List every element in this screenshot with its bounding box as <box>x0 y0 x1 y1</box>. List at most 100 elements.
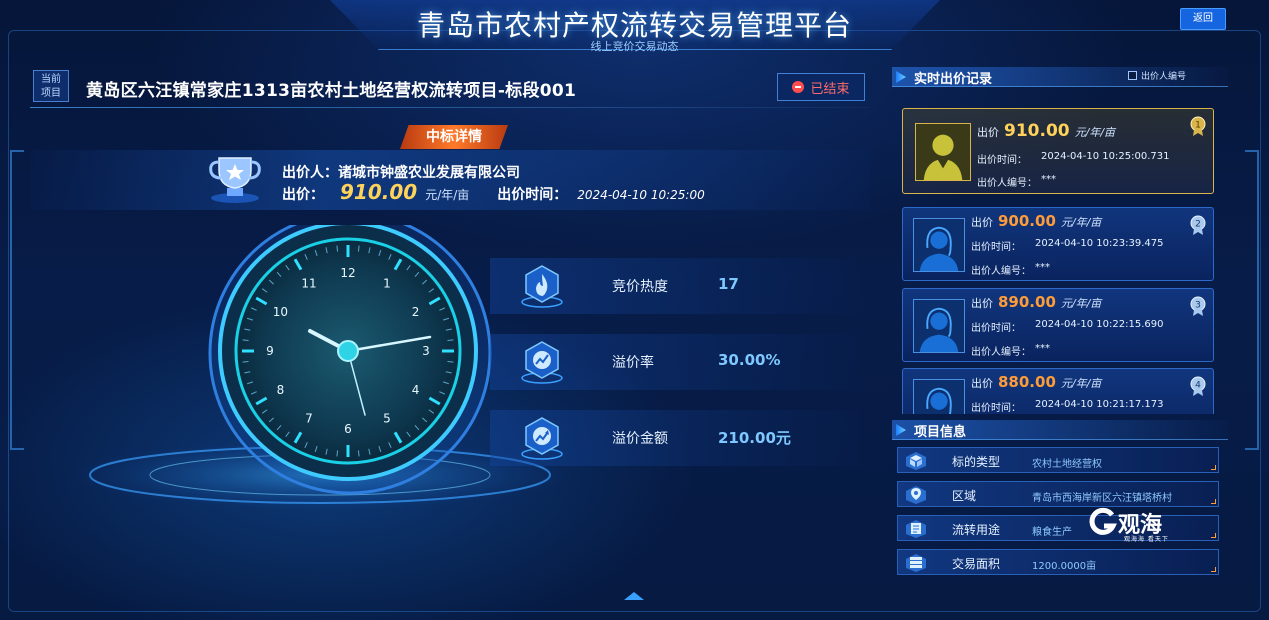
bid-id: *** <box>1035 262 1050 273</box>
money-trend-icon <box>521 417 563 460</box>
watermark-logo: 观海 观海海 看天下 <box>1088 505 1180 543</box>
trophy-icon <box>209 157 261 203</box>
bid-time-label: 出价时间： <box>971 323 1021 334</box>
clock-number: 12 <box>340 266 355 280</box>
info-value-type: 农村土地经营权 <box>1032 459 1102 470</box>
bid-time-label: 出价时间： <box>971 242 1021 253</box>
clock-number: 2 <box>412 305 420 319</box>
checkbox-icon[interactable] <box>1128 71 1137 80</box>
project-title: 黄岛区六汪镇常家庄1313亩农村土地经营权流转项目-标段001 <box>86 81 577 101</box>
bid-price-row: 出价 900.00 元/年/亩 <box>971 212 1101 230</box>
cube-icon <box>906 452 926 470</box>
info-value-usage: 粮食生产 <box>1032 527 1072 538</box>
bid-id-row: 出价人编号： *** <box>971 343 1050 358</box>
rank-number: 3 <box>1195 301 1201 311</box>
info-value-region: 青岛市西海岸新区六汪镇塔桥村 <box>1032 493 1172 504</box>
clock-number: 3 <box>422 344 430 358</box>
bid-price-label: 出价 <box>977 126 999 139</box>
bid-price-label: 出价 <box>971 216 993 229</box>
clock-hub <box>337 340 359 362</box>
document-icon <box>906 520 926 538</box>
bid-id: *** <box>1041 174 1056 185</box>
bid-price-row: 出价 890.00 元/年/亩 <box>971 293 1101 311</box>
bid-price-row: 出价 910.00 元/年/亩 <box>977 121 1115 141</box>
bid-time: 2024-04-10 10:23:39.475 <box>1035 238 1164 249</box>
clock-number: 7 <box>305 412 313 426</box>
info-panel-title: 项目信息 <box>914 425 967 440</box>
winner-price-row: 出价： 910.00 元/年/亩 出价时间： 2024-04-10 10:25:… <box>282 180 705 204</box>
back-button[interactable]: 返回 <box>1180 8 1226 30</box>
winner-price: 910.00 <box>340 180 418 204</box>
page-subtitle: 线上竞价交易动态 <box>590 40 679 53</box>
clock-number: 6 <box>344 422 352 436</box>
bid-unit: 元/年/亩 <box>1060 297 1102 310</box>
winner-bidder: 出价人：诸城市钟盛农业发展有限公司 <box>282 162 520 182</box>
bid-id-label: 出价人编号： <box>971 347 1031 358</box>
row-corner-mark <box>1211 567 1216 572</box>
bid-unit: 元/年/亩 <box>1074 126 1116 139</box>
bid-time-row: 出价时间： 2024-04-10 10:25:00.731 <box>977 151 1169 166</box>
winner-time: 2024-04-10 10:25:00 <box>577 188 705 202</box>
panel-marker-icon <box>896 71 906 83</box>
clock-tick <box>336 450 339 457</box>
info-panel-header: 项目信息 <box>892 420 1228 440</box>
bid-time-label: 出价时间： <box>971 403 1021 414</box>
info-row-type: 标的类型 农村土地经营权 <box>897 447 1219 473</box>
rank-medal-icon: 3 <box>1190 296 1206 316</box>
clock-tick <box>242 360 249 363</box>
bid-card: 出价 890.00 元/年/亩 出价时间： 2024-04-10 10:22:1… <box>902 288 1214 362</box>
bid-time: 2024-04-10 10:22:15.690 <box>1035 319 1164 330</box>
bid-price: 890.00 <box>998 293 1056 311</box>
stat-row-premium-rate: 溢价率 30.00% <box>490 334 860 390</box>
bid-time-row: 出价时间： 2024-04-10 10:22:15.690 <box>971 319 1163 334</box>
clock-tick <box>357 450 360 457</box>
right-frame-bracket <box>1245 150 1259 450</box>
info-value-area: 1200.0000亩 <box>1032 561 1097 572</box>
g-logo-icon <box>1089 507 1117 535</box>
avatar <box>915 123 971 181</box>
clock-tick <box>447 360 454 363</box>
stat-label-premium-amount: 溢价金额 <box>612 431 668 447</box>
flame-icon <box>521 265 563 308</box>
winner-section-title: 中标详情 <box>400 125 508 149</box>
winner-price-unit: 元/年/亩 <box>425 188 470 202</box>
bid-time-label: 出价时间： <box>977 155 1027 166</box>
location-icon <box>906 486 926 504</box>
project-divider <box>30 107 870 108</box>
info-label-area: 交易面积 <box>952 557 1001 571</box>
bid-price: 900.00 <box>998 212 1056 230</box>
stat-label-heat: 竞价热度 <box>612 279 668 295</box>
bids-list[interactable]: 出价 910.00 元/年/亩 出价时间： 2024-04-10 10:25:0… <box>900 106 1218 414</box>
stat-row-premium-amount: 溢价金额 210.00元 <box>490 410 860 466</box>
rank-medal-icon: 4 <box>1190 376 1206 396</box>
clock-number: 8 <box>277 383 285 397</box>
rank-number: 4 <box>1195 381 1201 391</box>
bid-time: 2024-04-10 10:25:00.731 <box>1041 151 1170 162</box>
clock-number: 4 <box>412 383 420 397</box>
show-bidder-id-toggle[interactable]: 出价人编号 <box>1128 69 1186 82</box>
bid-time-row: 出价时间： 2024-04-10 10:21:17.173 <box>971 399 1163 414</box>
winner-price-label: 出价： <box>282 187 324 203</box>
clock-tick <box>447 339 454 342</box>
info-label-region: 区域 <box>952 489 977 503</box>
clock-number: 1 <box>383 276 391 290</box>
status-badge: 已结束 <box>777 73 865 101</box>
rank-number: 2 <box>1195 220 1201 230</box>
clock-number: 5 <box>383 412 391 426</box>
info-row-region: 区域 青岛市西海岸新区六汪镇塔桥村 <box>897 481 1219 507</box>
winner-time-label: 出价时间： <box>497 187 568 203</box>
stat-row-heat: 竞价热度 17 <box>490 258 860 314</box>
trend-icon <box>521 341 563 384</box>
bid-price-label: 出价 <box>971 297 993 310</box>
stat-value-heat: 17 <box>718 275 739 293</box>
stat-value-premium-rate: 30.00% <box>718 351 781 369</box>
stat-label-premium-rate: 溢价率 <box>612 355 654 371</box>
bid-id-row: 出价人编号： *** <box>977 174 1056 189</box>
bid-id-row: 出价人编号： *** <box>971 262 1050 277</box>
bid-id-label: 出价人编号： <box>971 266 1031 277</box>
row-corner-mark <box>1211 533 1216 538</box>
info-row-area: 交易面积 1200.0000亩 <box>897 549 1219 575</box>
bid-unit: 元/年/亩 <box>1060 216 1102 229</box>
clock-tick <box>336 245 339 252</box>
bid-card: 出价 900.00 元/年/亩 出价时间： 2024-04-10 10:23:3… <box>902 207 1214 281</box>
